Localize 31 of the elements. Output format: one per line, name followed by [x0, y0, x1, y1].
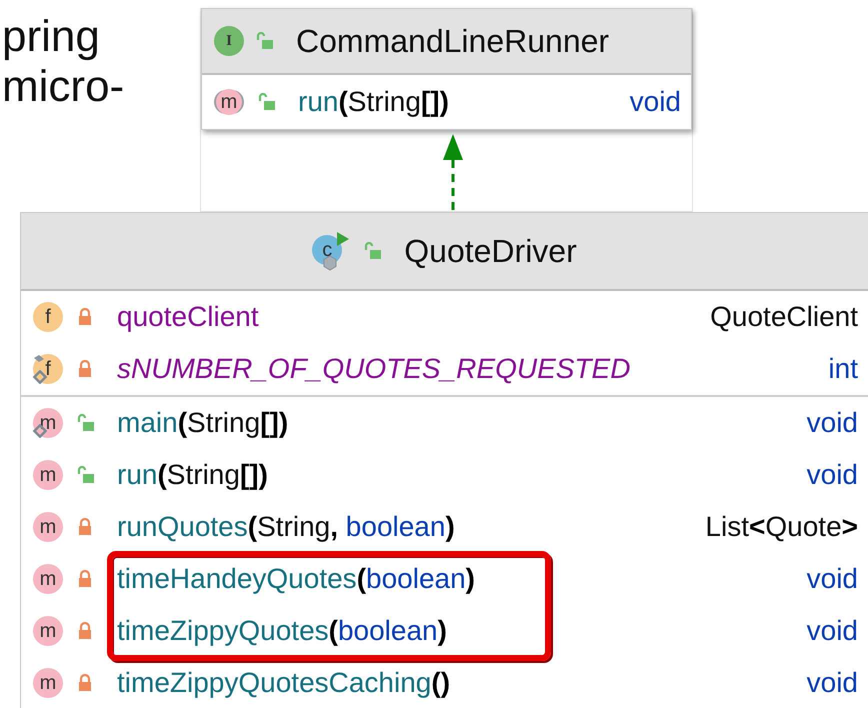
return-type: List<Quote>	[705, 511, 858, 543]
method-icon: m	[33, 460, 63, 490]
return-type: void	[806, 615, 858, 647]
slide-text: micro-	[2, 62, 126, 112]
method-signature: timeHandeyQuotes(boolean)	[116, 563, 476, 595]
method-icon: m	[33, 512, 63, 542]
field-icon: f	[33, 302, 63, 332]
method-icon: m	[33, 668, 63, 698]
class-name: QuoteDriver	[404, 232, 577, 270]
abstract-method-icon: m	[214, 87, 244, 117]
method-signature: main(String[])	[116, 407, 290, 439]
field-name: quoteClient	[116, 301, 260, 333]
field-name: sNUMBER_OF_QUOTES_REQUESTED	[116, 353, 632, 385]
method-signature: timeZippyQuotesCaching()	[116, 667, 452, 699]
method-icon: m	[33, 564, 63, 594]
return-type: void	[630, 86, 681, 118]
slide-text: pring	[2, 12, 101, 62]
method-icon: m	[33, 616, 63, 646]
interface-icon: I	[214, 26, 244, 56]
return-type: void	[806, 563, 858, 595]
method-signature: run(String[])	[297, 86, 450, 118]
interface-name: CommandLineRunner	[296, 22, 610, 60]
return-type: int	[828, 353, 858, 385]
return-type: void	[806, 667, 858, 699]
return-type: void	[806, 459, 858, 491]
return-type: QuoteClient	[710, 301, 858, 333]
static-member-icon: f	[33, 354, 63, 384]
method-signature: runQuotes(String, boolean)	[116, 511, 456, 543]
method-signature: timeZippyQuotes(boolean)	[116, 615, 448, 647]
method-signature: run(String[])	[116, 459, 269, 491]
return-type: void	[806, 407, 858, 439]
